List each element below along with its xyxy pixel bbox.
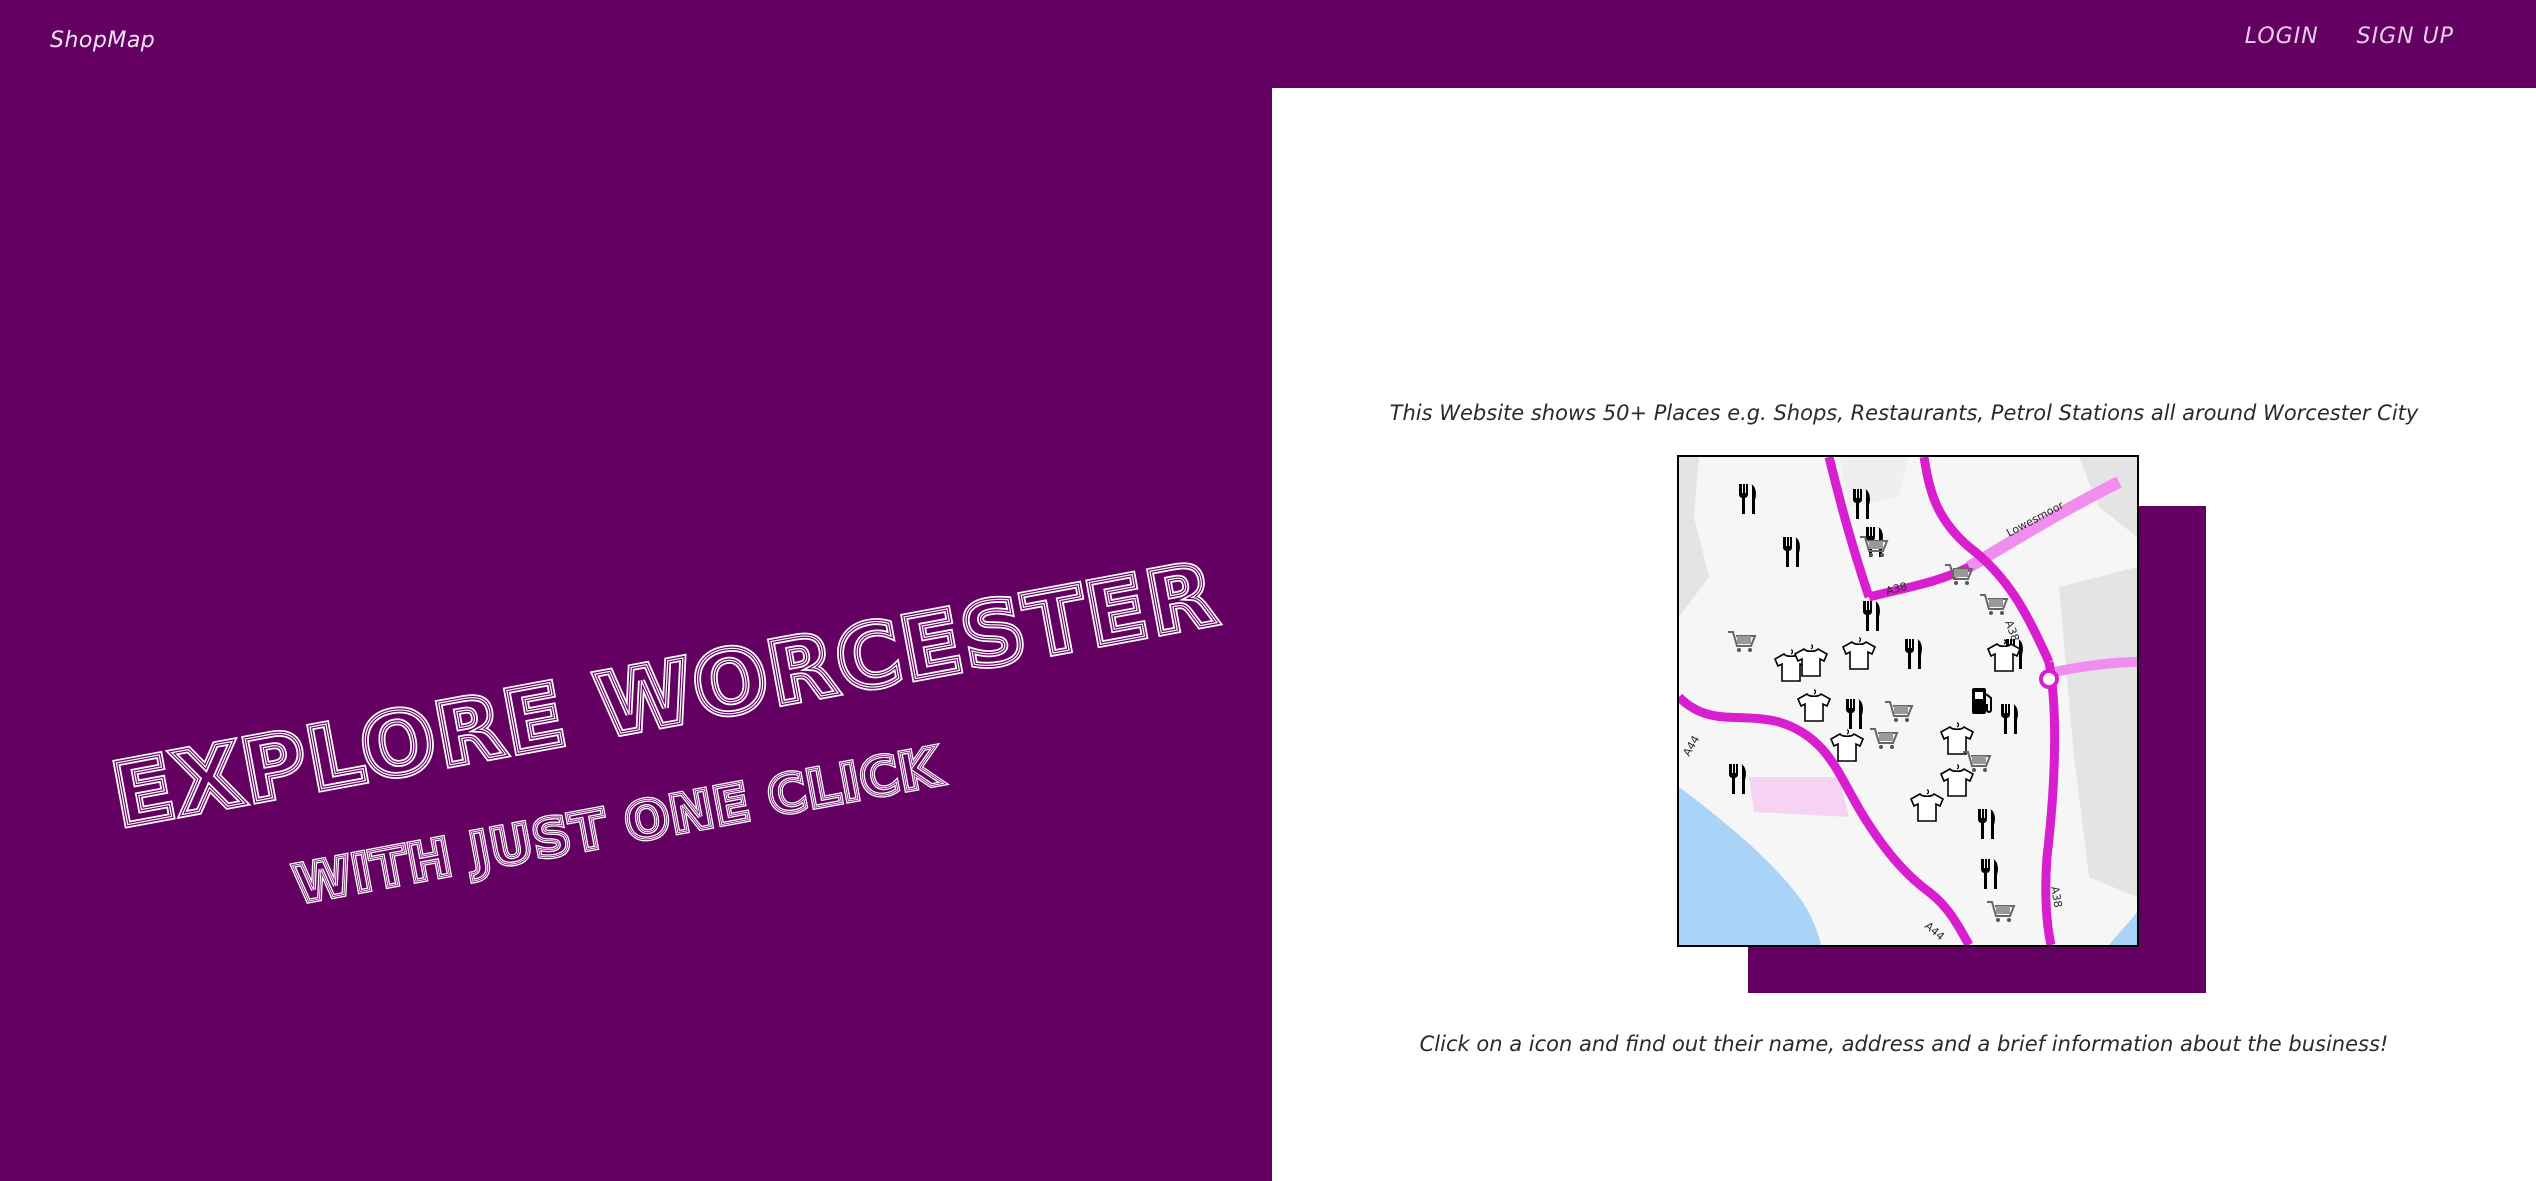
map-canvas[interactable]: LowesmoorA38A38A38A44A44 xyxy=(1679,457,2137,945)
top-navbar: ShopMap LOGIN SIGN UP xyxy=(0,0,2536,88)
brand-logo[interactable]: ShopMap xyxy=(50,28,155,53)
nav-links: LOGIN SIGN UP xyxy=(2245,24,2454,49)
intro-text: This Website shows 50+ Places e.g. Shops… xyxy=(1389,401,2419,425)
hero-graphic: EXPLORE WORCESTER EXPLORE WORCESTER EXPL… xyxy=(102,541,1229,919)
signup-link[interactable]: SIGN UP xyxy=(2357,24,2454,49)
login-link[interactable]: LOGIN xyxy=(2245,24,2319,49)
instruction-text: Click on a icon and find out their name,… xyxy=(1419,1032,2389,1056)
hero-panel: EXPLORE WORCESTER EXPLORE WORCESTER EXPL… xyxy=(0,88,1272,1181)
map-preview[interactable]: Lowesmoor A38 A38 A38 A44 A44 xyxy=(1677,455,2139,947)
info-panel: This Website shows 50+ Places e.g. Shops… xyxy=(1272,88,2536,1181)
